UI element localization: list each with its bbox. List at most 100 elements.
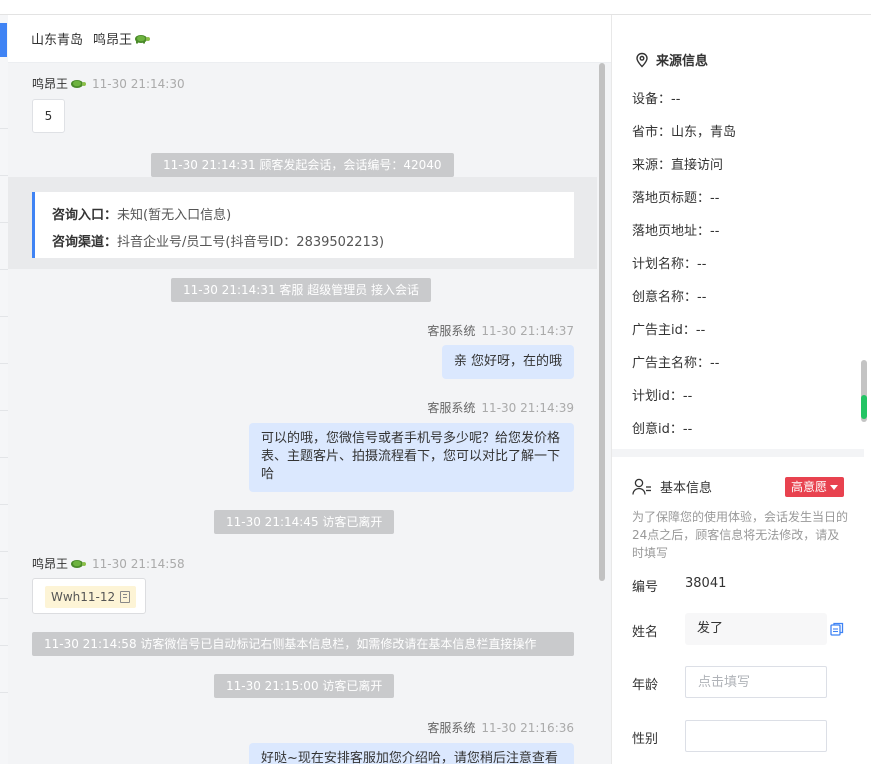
row-value: -- (697, 290, 707, 305)
row-value: -- (710, 356, 720, 371)
row-label: 创意id： (632, 422, 683, 437)
list-divider (0, 692, 8, 693)
message-time: 11-30 21:14:39 (481, 401, 574, 415)
copy-icon[interactable] (120, 591, 131, 603)
source-row-source: 来源：直接访问 (632, 154, 723, 173)
intent-level-text: 高意愿 (791, 480, 828, 494)
id-value: 38041 (685, 576, 727, 591)
source-row-device: 设备：-- (632, 88, 680, 107)
top-bar (0, 0, 871, 15)
sender-name: 客服系统 (427, 401, 476, 415)
visitor-message-bubble: 5 (32, 99, 65, 133)
gender-select[interactable] (685, 720, 827, 752)
list-divider (0, 410, 8, 411)
source-row-creative-id: 创意id：-- (632, 418, 692, 437)
row-label: 省市： (632, 125, 672, 140)
list-divider (0, 222, 8, 223)
customer-info-panel: 来源信息 设备：-- 省市：山东，青岛 来源：直接访问 落地页标题：-- 落地页… (611, 15, 871, 764)
sender-name: 客服系统 (427, 721, 476, 735)
system-message: 11-30 21:14:45 访客已离开 (214, 510, 395, 534)
agent-message-bubble: 可以的哦，您微信号或者手机号多少呢？给您发价格表、主题客片、拍摄流程看下，您可以… (249, 423, 574, 492)
message-time: 11-30 21:16:36 (481, 721, 574, 735)
message-time: 11-30 21:14:58 (92, 557, 185, 571)
basic-info-title-text: 基本信息 (660, 481, 713, 496)
age-input[interactable] (685, 666, 827, 698)
source-row-advertiser-name: 广告主名称：-- (632, 352, 719, 371)
consult-info-card: 咨询入口：未知(暂无入口信息) 咨询渠道：抖音企业号/员工号(抖音号ID：283… (32, 192, 574, 258)
chat-scrollbar[interactable] (597, 63, 607, 764)
location-pin-icon (636, 52, 648, 68)
list-divider (0, 504, 8, 505)
system-message: 11-30 21:15:00 访客已离开 (214, 674, 395, 698)
row-value: -- (682, 422, 693, 437)
source-row-creative-name: 创意名称：-- (632, 286, 706, 305)
source-row-plan-id: 计划id：-- (632, 385, 692, 404)
sender-name: 客服系统 (427, 324, 476, 338)
name-label: 姓名 (632, 625, 659, 640)
row-label: 计划id： (632, 389, 683, 404)
source-row-province: 省市：山东，青岛 (632, 121, 736, 140)
visitor-location: 山东青岛 (31, 33, 84, 48)
row-value: 山东，青岛 (671, 125, 737, 140)
row-value: -- (682, 389, 693, 404)
consult-channel-value: 抖音企业号/员工号(抖音号ID：2839502213) (117, 235, 385, 250)
row-label: 落地页标题： (632, 191, 711, 206)
panel-scroll-indicator (861, 395, 867, 419)
list-divider (0, 128, 8, 129)
intent-level-dropdown[interactable]: 高意愿 (785, 477, 845, 497)
consult-channel-label: 咨询渠道： (52, 235, 118, 250)
source-info-title-text: 来源信息 (656, 54, 709, 69)
message-sender-line: 鸣昂王 11-30 21:14:58 (32, 555, 185, 572)
message-sender-line: 客服系统 11-30 21:14:39 (427, 399, 574, 416)
section-divider (612, 449, 864, 457)
conversation-list-edge (0, 15, 8, 764)
message-sender-line: 客服系统 11-30 21:14:37 (427, 322, 574, 339)
row-label: 创意名称： (632, 290, 698, 305)
basic-info-title: 基本信息 (632, 477, 712, 496)
agent-message-bubble: 亲 您好呀，在的哦 (442, 345, 574, 379)
copy-icon[interactable] (830, 622, 844, 636)
turtle-emoji-icon (135, 35, 151, 44)
row-value: -- (710, 191, 720, 206)
chat-window: 山东青岛 鸣昂王 鸣昂王 11-30 21:14:30 5 11-30 21:14… (8, 15, 611, 764)
list-divider (0, 316, 8, 317)
list-divider (0, 363, 8, 364)
row-value: -- (671, 92, 681, 107)
system-message: 11-30 21:14:58 访客微信号已自动标记右侧基本信息栏，如需修改请在基… (32, 632, 574, 656)
row-label: 计划名称： (632, 257, 698, 272)
active-conversation-indicator[interactable] (0, 23, 7, 57)
sender-name: 鸣昂王 (32, 77, 69, 91)
name-field[interactable]: 发了 (685, 613, 827, 645)
list-divider (0, 269, 8, 270)
edit-deadline-hint: 为了保障您的使用体验，会话发生当日的24点之后，顾客信息将无法修改，请及时填写 (632, 510, 849, 560)
row-value: -- (697, 257, 707, 272)
turtle-emoji-icon (71, 80, 87, 88)
turtle-emoji-icon (71, 560, 87, 568)
source-row-landing-url: 落地页地址：-- (632, 220, 719, 239)
row-label: 广告主名称： (632, 356, 711, 371)
wechat-id-tag[interactable]: Wwh11-12 (45, 586, 137, 608)
caret-down-icon (830, 485, 839, 490)
row-value: -- (710, 224, 720, 239)
message-time: 11-30 21:14:30 (92, 77, 185, 91)
message-sender-line: 客服系统 11-30 21:16:36 (427, 719, 574, 736)
row-value: 直接访问 (671, 158, 724, 173)
age-label: 年龄 (632, 678, 659, 693)
wechat-id-text: Wwh11-12 (51, 590, 116, 604)
list-divider (0, 645, 8, 646)
chat-scrollbar-thumb[interactable] (599, 63, 605, 581)
chat-header: 山东青岛 鸣昂王 (8, 15, 611, 63)
row-label: 落地页地址： (632, 224, 711, 239)
source-row-advertiser-id: 广告主id：-- (632, 319, 705, 338)
user-list-icon (632, 478, 651, 495)
source-row-plan-name: 计划名称：-- (632, 253, 706, 272)
visitor-name: 鸣昂王 (93, 33, 133, 48)
system-message: 11-30 21:14:31 顾客发起会话，会话编号：42040 (151, 153, 454, 177)
list-divider (0, 457, 8, 458)
source-row-landing-title: 落地页标题：-- (632, 187, 719, 206)
id-label: 编号 (632, 580, 659, 595)
gender-label: 性别 (632, 732, 659, 747)
source-info-title: 来源信息 (634, 50, 708, 69)
row-value: -- (695, 323, 706, 338)
row-label: 广告主id： (632, 323, 696, 338)
